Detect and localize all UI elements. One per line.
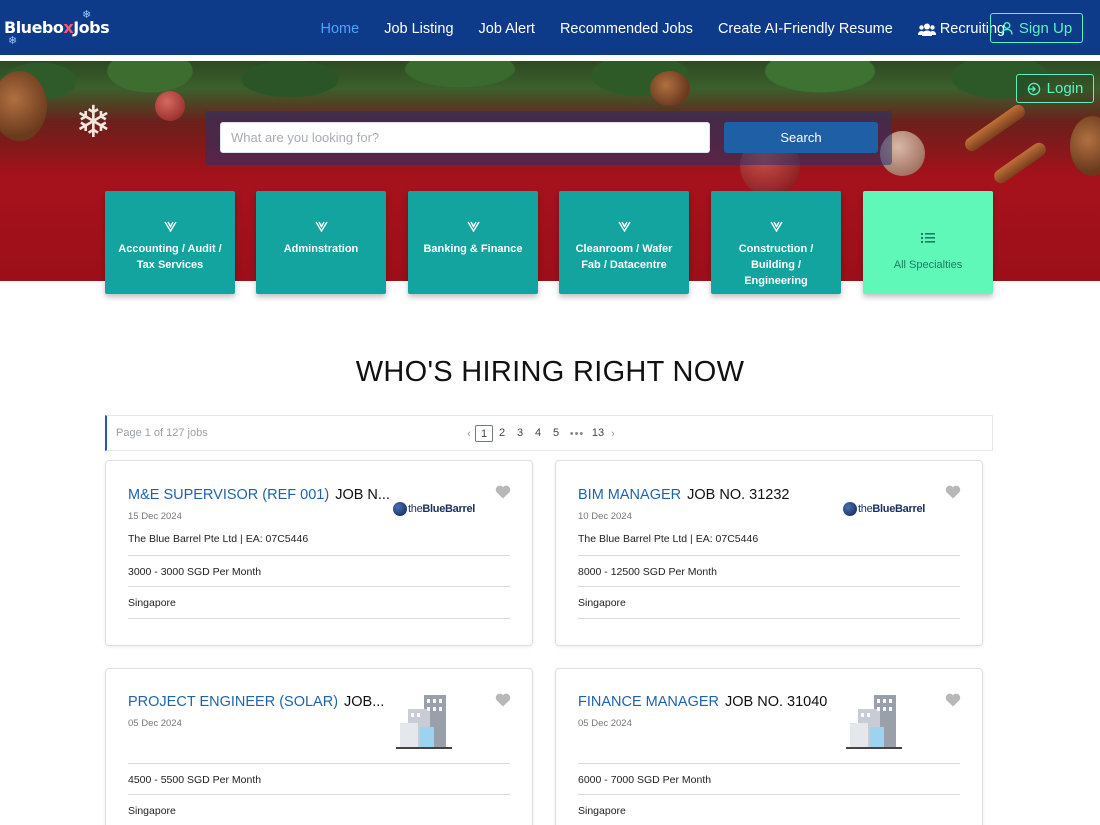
pagination: ‹ 1 2 3 4 5 ••• 13 ›: [463, 425, 619, 442]
job-title: PROJECT ENGINEER (SOLAR) JOB...: [128, 694, 384, 710]
heart-icon[interactable]: [495, 693, 511, 707]
category-label: Banking & Finance: [423, 243, 523, 255]
page-button[interactable]: 2: [493, 425, 511, 442]
snowflake-icon: ❄: [75, 98, 112, 147]
search-panel: Search: [205, 111, 892, 165]
site-logo[interactable]: ❄ ❄ BlueboxJobs: [4, 8, 110, 48]
nav-job-alert[interactable]: Job Alert: [479, 21, 535, 37]
top-navbar: ❄ ❄ BlueboxJobs Home Job Listing Job Ale…: [0, 0, 1100, 58]
job-date: 15 Dec 2024: [128, 511, 182, 522]
login-label: Login: [1046, 80, 1084, 97]
category-all-specialties[interactable]: All Specialties: [863, 191, 993, 294]
chevron-v-icon: [617, 219, 631, 233]
pagination-ellipsis[interactable]: •••: [565, 428, 589, 440]
job-salary: 6000 - 7000 SGD Per Month: [578, 763, 960, 786]
category-label: Adminstration: [283, 243, 359, 255]
nav-job-listing[interactable]: Job Listing: [384, 21, 453, 37]
job-date: 05 Dec 2024: [578, 718, 632, 729]
job-location: Singapore: [128, 586, 510, 609]
search-button[interactable]: Search: [724, 122, 878, 153]
job-role-link[interactable]: PROJECT ENGINEER (SOLAR): [128, 694, 338, 710]
job-salary: 3000 - 3000 SGD Per Month: [128, 555, 510, 578]
chevron-v-icon: [466, 219, 480, 233]
prev-page-icon[interactable]: ‹: [463, 428, 475, 440]
job-date: 10 Dec 2024: [578, 511, 632, 522]
job-number: JOB NO. 31232: [687, 487, 790, 503]
job-title: BIM MANAGER JOB NO. 31232: [578, 487, 789, 503]
category-label: Construction / Building / Engineering: [738, 243, 814, 287]
building-icon: [396, 695, 452, 749]
building-icon: [846, 695, 902, 749]
main-nav: Home Job Listing Job Alert Recommended J…: [308, 0, 1018, 58]
job-card[interactable]: FINANCE MANAGER JOB NO. 31040 05 Dec 2024…: [555, 668, 983, 825]
job-role-link[interactable]: BIM MANAGER: [578, 487, 681, 503]
job-number: JOB...: [344, 694, 385, 710]
pinecone-decoration: [650, 71, 690, 106]
job-salary: 4500 - 5500 SGD Per Month: [128, 763, 510, 786]
job-number: JOB N...: [335, 487, 390, 503]
job-company: The Blue Barrel Pte Ltd | EA: 07C5446: [578, 533, 759, 545]
search-input[interactable]: [220, 122, 710, 153]
job-card[interactable]: PROJECT ENGINEER (SOLAR) JOB... 05 Dec 20…: [105, 668, 533, 825]
page-button[interactable]: 4: [529, 425, 547, 442]
chevron-v-icon: [163, 219, 177, 233]
page-button[interactable]: 1: [475, 425, 493, 442]
login-button[interactable]: Login: [1016, 74, 1094, 103]
page-button[interactable]: 13: [589, 425, 607, 442]
job-role-link[interactable]: FINANCE MANAGER: [578, 694, 719, 710]
nav-recommended-jobs[interactable]: Recommended Jobs: [560, 21, 693, 37]
job-role-link[interactable]: M&E SUPERVISOR (REF 001): [128, 487, 329, 503]
heart-icon[interactable]: [945, 485, 961, 499]
chevron-v-icon: [769, 219, 783, 233]
divider: [578, 618, 960, 619]
divider: [128, 618, 510, 619]
logo-text: BlueboxJobs: [4, 18, 110, 37]
heart-icon[interactable]: [495, 485, 511, 499]
sign-up-button[interactable]: Sign Up: [990, 13, 1083, 43]
pagination-bar: Page 1 of 127 jobs ‹ 1 2 3 4 5 ••• 13 ›: [105, 415, 993, 451]
ornament-decoration: [155, 91, 185, 121]
page-button[interactable]: 3: [511, 425, 529, 442]
section-title: WHO'S HIRING RIGHT NOW: [355, 356, 745, 388]
next-page-icon[interactable]: ›: [607, 428, 619, 440]
job-card[interactable]: BIM MANAGER JOB NO. 31232 the BlueBarrel 1…: [555, 460, 983, 646]
page-info: Page 1 of 127 jobs: [116, 427, 208, 439]
login-icon: [1027, 82, 1041, 96]
company-logo: the BlueBarrel: [393, 502, 475, 516]
chevron-v-icon: [314, 219, 328, 233]
nav-home[interactable]: Home: [321, 21, 360, 37]
company-logo: the BlueBarrel: [843, 502, 925, 516]
job-salary: 8000 - 12500 SGD Per Month: [578, 555, 960, 578]
category-label: Accounting / Audit / Tax Services: [118, 243, 222, 271]
job-title: FINANCE MANAGER JOB NO. 31040: [578, 694, 827, 710]
category-label: Cleanroom / Wafer Fab / Datacentre: [575, 243, 673, 271]
job-location: Singapore: [578, 586, 960, 609]
job-location: Singapore: [578, 794, 960, 817]
job-company: The Blue Barrel Pte Ltd | EA: 07C5446: [128, 533, 309, 545]
sign-up-label: Sign Up: [1018, 19, 1073, 37]
job-title: M&E SUPERVISOR (REF 001) JOB N...: [128, 487, 390, 503]
category-accounting[interactable]: Accounting / Audit / Tax Services: [105, 191, 235, 294]
job-card[interactable]: M&E SUPERVISOR (REF 001) JOB N... the Blue…: [105, 460, 533, 646]
users-icon: [917, 23, 936, 36]
category-administration[interactable]: Adminstration: [256, 191, 386, 294]
user-icon: [1001, 21, 1013, 35]
category-label: All Specialties: [893, 259, 963, 271]
barrel-logo-icon: [843, 502, 857, 516]
page-button[interactable]: 5: [547, 425, 565, 442]
nav-create-resume[interactable]: Create AI-Friendly Resume: [718, 21, 893, 37]
category-cleanroom[interactable]: Cleanroom / Wafer Fab / Datacentre: [559, 191, 689, 294]
job-date: 05 Dec 2024: [128, 718, 182, 729]
heart-icon[interactable]: [945, 693, 961, 707]
job-number: JOB NO. 31040: [725, 694, 828, 710]
category-construction[interactable]: Construction / Building / Engineering: [711, 191, 841, 294]
job-location: Singapore: [128, 794, 510, 817]
list-icon: [921, 231, 935, 245]
barrel-logo-icon: [393, 502, 407, 516]
category-banking-finance[interactable]: Banking & Finance: [408, 191, 538, 294]
